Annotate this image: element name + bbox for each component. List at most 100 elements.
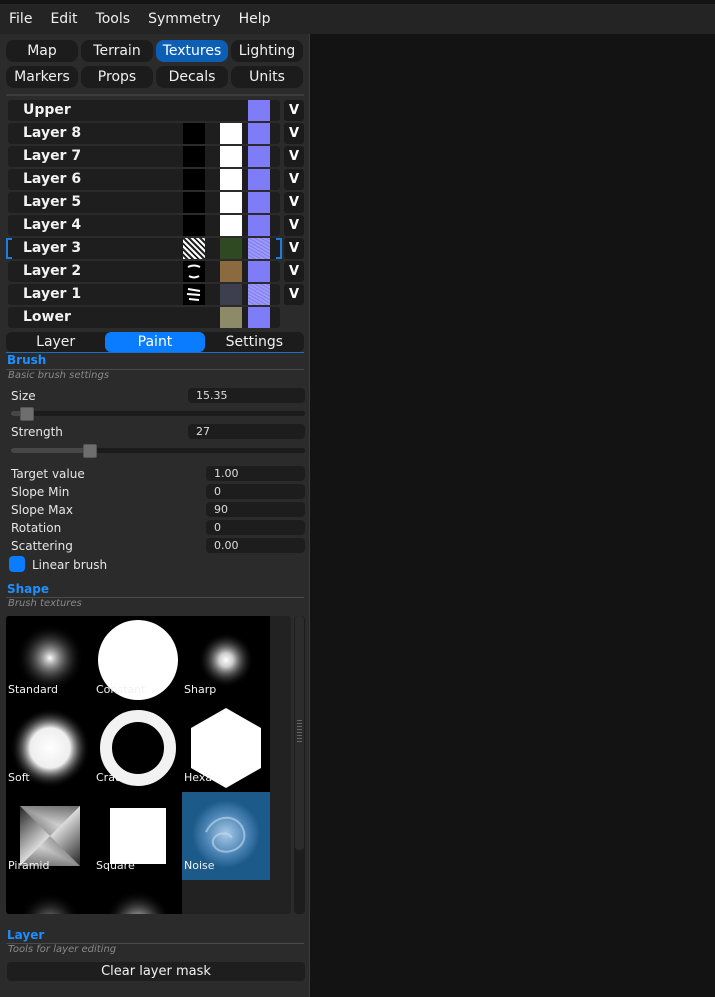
rotation-label: Rotation xyxy=(11,521,62,535)
layer-albedo-thumbnail[interactable] xyxy=(220,261,242,282)
tab-textures[interactable]: Textures xyxy=(156,40,228,62)
layer-normal-thumbnail[interactable] xyxy=(248,261,270,282)
layer-normal-thumbnail[interactable] xyxy=(248,100,270,121)
tab-lighting[interactable]: Lighting xyxy=(231,40,303,62)
layer-normal-thumbnail[interactable] xyxy=(248,192,270,213)
brush-constant[interactable]: Constant xyxy=(94,616,182,704)
scattering-field[interactable]: 0.00 xyxy=(206,538,305,553)
layer-albedo-thumbnail[interactable] xyxy=(220,284,242,305)
layer-mask-thumbnail[interactable] xyxy=(183,284,205,305)
layer-albedo-thumbnail[interactable] xyxy=(220,192,242,213)
layer-mask-thumbnail[interactable] xyxy=(183,123,205,144)
tab-props[interactable]: Props xyxy=(81,66,153,88)
brush-noise[interactable]: Noise xyxy=(182,792,270,880)
layer-visibility-toggle[interactable]: V xyxy=(284,284,304,305)
layer-mask-thumbnail[interactable] xyxy=(183,192,205,213)
menu-tools[interactable]: Tools xyxy=(87,4,140,34)
layer-row[interactable]: Layer 3 V xyxy=(6,237,306,260)
tab-markers[interactable]: Markers xyxy=(6,66,78,88)
brush-crater[interactable]: Crater xyxy=(94,704,182,792)
menu-help[interactable]: Help xyxy=(230,4,280,34)
tab-decals[interactable]: Decals xyxy=(156,66,228,88)
rotation-field[interactable]: 0 xyxy=(206,520,305,535)
layer-row[interactable]: Layer 6 V xyxy=(6,168,306,191)
layer-normal-thumbnail[interactable] xyxy=(248,123,270,144)
layer-normal-thumbnail[interactable] xyxy=(248,238,270,259)
brush-label: Constant xyxy=(96,683,146,696)
layer-visibility-toggle[interactable]: V xyxy=(284,192,304,213)
layer-visibility-toggle[interactable]: V xyxy=(284,238,304,259)
layer-albedo-thumbnail[interactable] xyxy=(220,146,242,167)
subtab-paint[interactable]: Paint xyxy=(105,332,205,352)
layer-albedo-thumbnail[interactable] xyxy=(220,215,242,236)
strength-field[interactable]: 27 xyxy=(188,424,305,439)
layer-mask-thumbnail[interactable] xyxy=(183,146,205,167)
layer-row[interactable]: Layer 8 V xyxy=(6,122,306,145)
subtab-layer[interactable]: Layer xyxy=(6,332,105,352)
slope-min-label: Slope Min xyxy=(11,485,70,499)
brush-grid-scrollbar[interactable] xyxy=(294,616,305,914)
subtab-underline xyxy=(6,352,304,353)
menu-symmetry[interactable]: Symmetry xyxy=(139,4,230,34)
size-slider[interactable] xyxy=(11,411,305,416)
brush-extra-2[interactable] xyxy=(94,880,182,914)
brush-square[interactable]: Square xyxy=(94,792,182,880)
strength-slider-thumb[interactable] xyxy=(83,444,98,458)
layer-row[interactable]: Lower xyxy=(6,306,306,329)
map-viewport[interactable] xyxy=(310,34,715,997)
tab-terrain[interactable]: Terrain xyxy=(81,40,153,62)
layer-visibility-toggle[interactable]: V xyxy=(284,215,304,236)
layer-row[interactable]: Layer 5 V xyxy=(6,191,306,214)
layer-list: Upper V Layer 8 V Layer 7 V Layer 6 V Layer 5 V La… xyxy=(6,99,306,329)
slope-max-field[interactable]: 90 xyxy=(206,502,305,517)
brush-sharp[interactable]: Sharp xyxy=(182,616,270,704)
layer-row[interactable]: Layer 4 V xyxy=(6,214,306,237)
layer-normal-thumbnail[interactable] xyxy=(248,146,270,167)
menu-file[interactable]: File xyxy=(0,4,41,34)
layer-visibility-toggle[interactable]: V xyxy=(284,261,304,282)
layer-visibility-toggle[interactable]: V xyxy=(284,123,304,144)
layer-albedo-thumbnail[interactable] xyxy=(220,238,242,259)
layer-row[interactable]: Upper V xyxy=(6,99,306,122)
layer-albedo-thumbnail[interactable] xyxy=(220,307,242,328)
menu-bar: File Edit Tools Symmetry Help xyxy=(0,4,715,34)
brush-label: Crater xyxy=(96,771,131,784)
layer-normal-thumbnail[interactable] xyxy=(248,215,270,236)
size-field[interactable]: 15.35 xyxy=(188,388,305,403)
texture-subtabs: Layer Paint Settings xyxy=(6,332,304,352)
layer-normal-thumbnail[interactable] xyxy=(248,307,270,328)
subtab-settings[interactable]: Settings xyxy=(205,332,304,352)
clear-layer-mask-button[interactable]: Clear layer mask xyxy=(7,962,305,981)
brush-standard[interactable]: Standard xyxy=(6,616,94,704)
layer-row[interactable]: Layer 1 V xyxy=(6,283,306,306)
tab-map[interactable]: Map xyxy=(6,40,78,62)
brush-label: Soft xyxy=(8,771,30,784)
brush-soft[interactable]: Soft xyxy=(6,704,94,792)
layer-mask-thumbnail[interactable] xyxy=(183,169,205,190)
layer-row[interactable]: Layer 7 V xyxy=(6,145,306,168)
target-value-field[interactable]: 1.00 xyxy=(206,466,305,481)
layer-normal-thumbnail[interactable] xyxy=(248,284,270,305)
layer-name: Layer 7 xyxy=(23,148,82,164)
layer-albedo-thumbnail[interactable] xyxy=(220,123,242,144)
layer-mask-thumbnail[interactable] xyxy=(183,261,205,282)
layer-name: Layer 3 xyxy=(23,240,82,256)
layer-albedo-thumbnail[interactable] xyxy=(220,169,242,190)
layer-visibility-toggle[interactable]: V xyxy=(284,169,304,190)
brush-piramid[interactable]: Piramid xyxy=(6,792,94,880)
slope-min-field[interactable]: 0 xyxy=(206,484,305,499)
layer-row[interactable]: Layer 2 V xyxy=(6,260,306,283)
tab-units[interactable]: Units xyxy=(231,66,303,88)
brush-hexa[interactable]: Hexa xyxy=(182,704,270,792)
brush-section-title: Brush xyxy=(7,353,47,367)
layer-mask-thumbnail[interactable] xyxy=(183,215,205,236)
linear-brush-checkbox[interactable] xyxy=(9,556,25,572)
layer-visibility-toggle[interactable]: V xyxy=(284,100,304,121)
brush-extra-1[interactable] xyxy=(6,880,94,914)
menu-edit[interactable]: Edit xyxy=(41,4,86,34)
layer-normal-thumbnail[interactable] xyxy=(248,169,270,190)
layer-visibility-toggle[interactable]: V xyxy=(284,146,304,167)
size-slider-thumb[interactable] xyxy=(20,407,35,421)
brush-grid-scroll-thumb[interactable] xyxy=(295,616,304,850)
layer-mask-thumbnail[interactable] xyxy=(183,238,205,259)
